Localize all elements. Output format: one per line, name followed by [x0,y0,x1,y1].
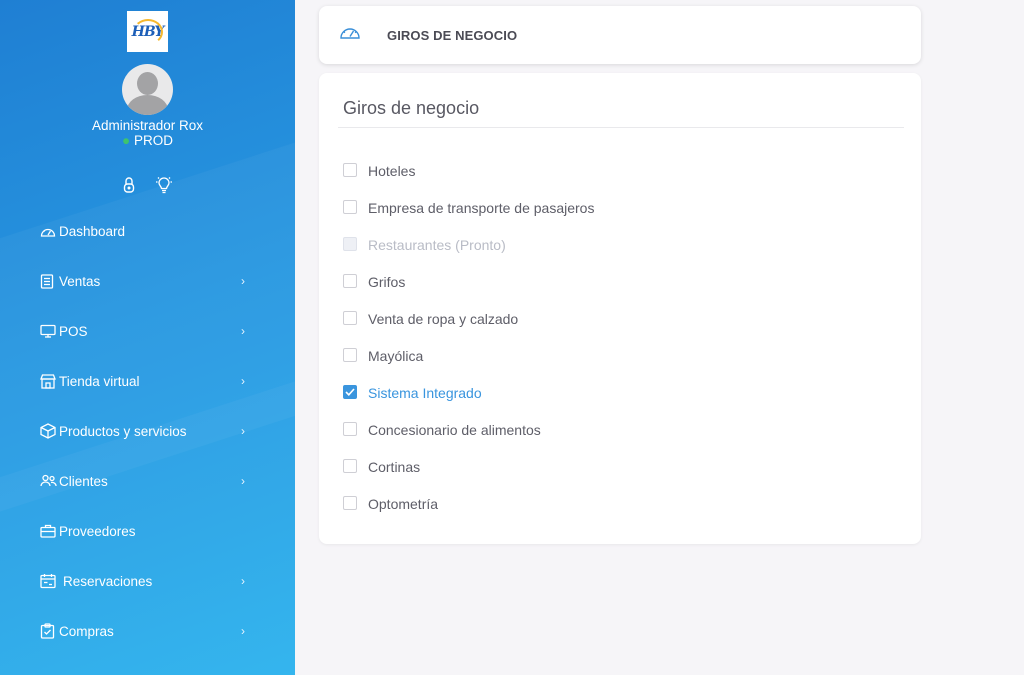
sidebar-item-label: Compras [59,623,114,639]
speedometer-icon [339,24,361,45]
clipboard-check-icon [40,623,57,640]
sidebar-item-ventas[interactable]: Ventas › [0,256,295,306]
calendar-icon [40,573,57,590]
sidebar-item-pos[interactable]: POS › [0,306,295,356]
sidebar-item-compras[interactable]: Compras › [0,606,295,656]
sidebar-item-reservaciones[interactable]: Reservaciones › [0,556,295,606]
business-type-option: Restaurantes (Pronto) [343,226,594,263]
chevron-right-icon: › [241,274,245,288]
business-type-option[interactable]: Optometría [343,485,594,522]
user-environment: ● PROD [0,133,295,148]
company-logo[interactable]: HBY [127,11,168,52]
sidebar-item-label: Clientes [59,473,108,489]
sidebar-item-productos-y-servicios[interactable]: Productos y servicios › [0,406,295,456]
environment-label: PROD [133,133,173,148]
business-type-option[interactable]: Concesionario de alimentos [343,411,594,448]
checkbox[interactable] [343,384,357,399]
page-title: GIROS DE NEGOCIO [387,28,518,43]
checkbox[interactable] [343,310,357,325]
store-icon [40,373,57,390]
avatar-body-shape [127,95,168,115]
chevron-right-icon: › [241,424,245,438]
sidebar-item-label: Reservaciones [63,573,153,589]
user-name: Administrador Rox [91,118,204,133]
option-label: Cortinas [368,458,421,475]
checkbox [343,236,357,251]
avatar[interactable] [122,64,173,115]
briefcase-icon [40,523,57,540]
business-types-card: Giros de negocio Hoteles Empresa de trans… [319,73,921,544]
chevron-right-icon: › [241,324,245,338]
environment-status-dot: ● [122,133,131,148]
chevron-right-icon: › [241,374,245,388]
business-type-option[interactable]: Mayólica [343,337,594,374]
sidebar-item-clientes[interactable]: Clientes › [0,456,295,506]
business-type-option[interactable]: Cortinas [343,448,594,485]
avatar-head-shape [137,72,158,95]
checkbox[interactable] [343,162,357,177]
checkbox[interactable] [343,347,357,362]
option-label: Empresa de transporte de pasajeros [368,199,595,216]
users-icon [40,473,57,490]
lightbulb-icon[interactable] [155,176,173,194]
checkbox[interactable] [343,421,357,436]
sidebar: HBY Administrador Rox ● PROD Dashboard V… [0,0,295,675]
business-type-option[interactable]: Sistema Integrado [343,374,594,411]
checkbox[interactable] [343,458,357,473]
chevron-right-icon: › [241,574,245,588]
page-header: GIROS DE NEGOCIO [319,6,921,64]
sidebar-item-label: Dashboard [59,223,126,239]
sidebar-item-label: Productos y servicios [59,423,187,439]
box-icon [40,423,57,440]
sidebar-item-tienda-virtual[interactable]: Tienda virtual › [0,356,295,406]
option-label: Restaurantes (Pronto) [368,236,506,253]
option-label: Mayólica [368,347,424,364]
checkbox[interactable] [343,273,357,288]
sidebar-item-proveedores[interactable]: Proveedores [0,506,295,556]
checkmark-icon [345,387,355,396]
monitor-icon [40,323,57,340]
option-label: Venta de ropa y calzado [368,310,519,327]
sidebar-item-dashboard[interactable]: Dashboard [0,206,295,256]
option-label: Hoteles [368,162,416,179]
business-type-option[interactable]: Empresa de transporte de pasajeros [343,189,594,226]
sidebar-item-label: Tienda virtual [59,373,140,389]
receipt-icon [40,273,57,290]
business-type-option[interactable]: Hoteles [343,152,594,189]
checkbox[interactable] [343,495,357,510]
sidebar-item-label: Ventas [59,273,101,289]
option-label: Sistema Integrado [368,384,482,401]
option-label: Optometría [368,495,439,512]
sidebar-menu: Dashboard Ventas › POS › Tienda virtual … [0,206,295,675]
section-title: Giros de negocio [343,98,480,118]
business-type-option[interactable]: Venta de ropa y calzado [343,300,594,337]
option-label: Grifos [368,273,406,290]
option-label: Concesionario de alimentos [368,421,541,438]
business-types-list: Hoteles Empresa de transporte de pasajero… [343,152,594,522]
sidebar-tools [121,176,173,194]
sidebar-item-label: POS [59,323,88,339]
sidebar-item-label: Proveedores [59,523,136,539]
chevron-right-icon: › [241,474,245,488]
lock-icon[interactable] [121,176,137,194]
dashboard-icon [40,223,57,240]
business-type-option[interactable]: Grifos [343,263,594,300]
checkbox[interactable] [343,199,357,214]
sidebar-item-partial[interactable] [0,656,295,675]
logo-ring-decoration [133,19,163,45]
chevron-right-icon: › [241,624,245,638]
divider [338,127,904,128]
